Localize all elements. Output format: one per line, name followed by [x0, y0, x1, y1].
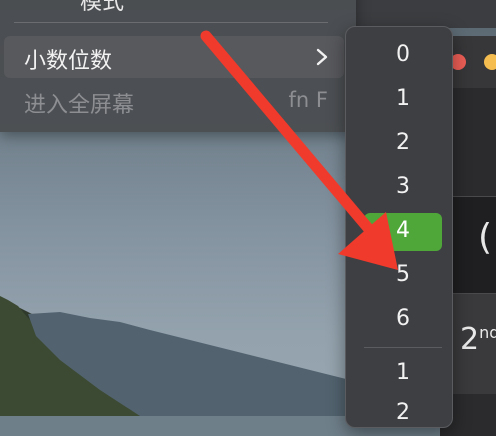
menu-item-mode[interactable]: 模式	[80, 0, 124, 16]
submenu-option-label: 1	[396, 360, 410, 385]
submenu-option-4[interactable]: 4	[364, 213, 442, 251]
menu-item-enter-fullscreen[interactable]: 进入全屏幕 fn F	[4, 80, 344, 122]
decimal-places-submenu: 0 1 2 3 4 5 6 1 2	[345, 26, 453, 428]
display-text: (	[478, 217, 493, 258]
submenu-extra-option-2[interactable]: 2	[364, 395, 442, 433]
view-menu: 模式 小数位数 进入全屏幕 fn F	[0, 0, 356, 132]
key-2nd-sup: nd	[479, 323, 496, 342]
minimize-button[interactable]	[484, 54, 496, 70]
submenu-separator	[364, 347, 442, 348]
key-2nd-label: 2nd	[460, 322, 496, 357]
chevron-right-icon	[316, 48, 328, 66]
submenu-option-label: 5	[396, 262, 410, 287]
submenu-option-label: 1	[396, 86, 410, 111]
submenu-option-6[interactable]: 6	[364, 301, 442, 339]
submenu-option-3[interactable]: 3	[364, 169, 442, 207]
menu-item-shortcut: fn F	[288, 88, 328, 112]
submenu-option-label: 3	[396, 174, 410, 199]
submenu-option-label: 4	[396, 218, 410, 243]
background-window-strip	[356, 0, 496, 28]
submenu-option-label: 6	[396, 306, 410, 331]
submenu-option-1[interactable]: 1	[364, 81, 442, 119]
submenu-option-0[interactable]: 0	[364, 37, 442, 75]
submenu-option-2[interactable]: 2	[364, 125, 442, 163]
submenu-option-5[interactable]: 5	[364, 257, 442, 295]
menu-item-label: 小数位数	[24, 49, 113, 74]
menu-item-label: 进入全屏幕	[24, 93, 135, 118]
menu-item-decimal-places[interactable]: 小数位数	[4, 36, 344, 78]
submenu-option-label: 2	[396, 130, 410, 155]
menu-separator	[14, 22, 328, 23]
key-2nd-main: 2	[460, 322, 480, 357]
submenu-extra-option-1[interactable]: 1	[364, 355, 442, 393]
submenu-option-label: 0	[396, 42, 410, 67]
submenu-option-label: 2	[396, 400, 410, 425]
